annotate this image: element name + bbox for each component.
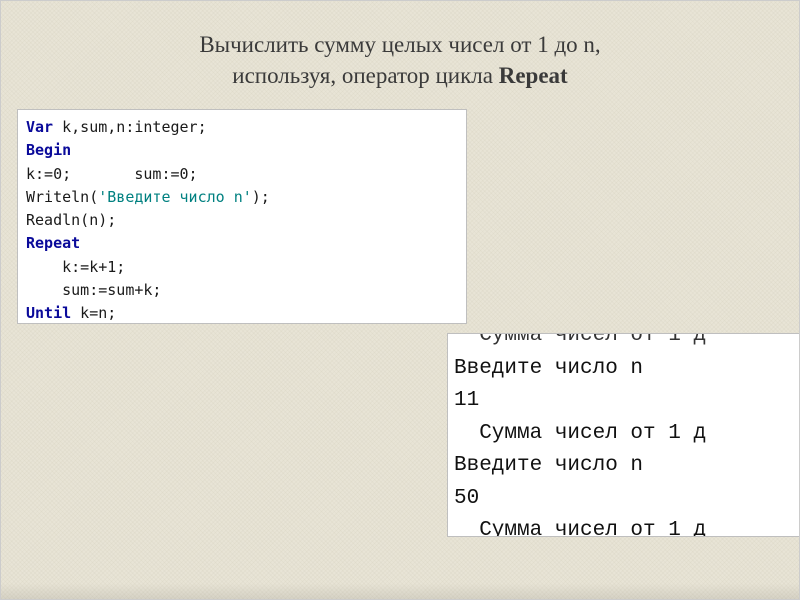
slide-title: Вычислить сумму целых чисел от 1 до n, и… [1, 1, 799, 107]
code-line-9: Until k=n; [26, 302, 458, 325]
output-row-2: 11 [454, 385, 793, 418]
output-row-0: Сумма чисел от 1 д [454, 333, 793, 353]
kw-repeat: Repeat [26, 234, 80, 252]
kw-begin: Begin [26, 141, 71, 159]
code-l9-rest: k=n; [71, 304, 116, 322]
output-row-3: Сумма чисел от 1 д [454, 418, 793, 451]
code-line-7: k:=k+1; [26, 256, 458, 279]
code-l3: k:=0; sum:=0; [26, 165, 198, 183]
title-line1: Вычислить сумму целых чисел от 1 до n, [199, 32, 600, 57]
code-l1-rest: k,sum,n:integer; [53, 118, 207, 136]
code-l7: k:=k+1; [26, 258, 125, 276]
kw-writeln: Writeln [26, 188, 89, 206]
code-line-2: Begin [26, 139, 458, 162]
kw-var: Var [26, 118, 53, 136]
code-l5: Readln(n); [26, 211, 116, 229]
code-line-5: Readln(n); [26, 209, 458, 232]
title-line2-prefix: используя, оператор цикла [232, 63, 498, 88]
code-line-1: Var k,sum,n:integer; [26, 116, 458, 139]
output-row-6: Сумма чисел от 1 д [454, 515, 793, 537]
output-row-5: 50 [454, 483, 793, 516]
code-l4-open: ( [89, 188, 98, 206]
code-panel: Var k,sum,n:integer; Begin k:=0; sum:=0;… [17, 109, 467, 324]
output-panel: Сумма чисел от 1 дВведите число n11 Сумм… [447, 333, 799, 537]
title-line2-bold: Repeat [499, 63, 568, 88]
code-l4-close: ); [252, 188, 270, 206]
output-row-1: Введите число n [454, 353, 793, 386]
code-line-4: Writeln('Введите число n'); [26, 186, 458, 209]
output-row-4: Введите число n [454, 450, 793, 483]
code-l4-str: 'Введите число n' [98, 188, 252, 206]
code-line-3: k:=0; sum:=0; [26, 163, 458, 186]
code-l8: sum:=sum+k; [26, 281, 161, 299]
code-line-6: Repeat [26, 232, 458, 255]
slide-shadow [1, 583, 799, 599]
slide: Вычислить сумму целых чисел от 1 до n, и… [0, 0, 800, 600]
code-line-8: sum:=sum+k; [26, 279, 458, 302]
kw-until: Until [26, 304, 71, 322]
